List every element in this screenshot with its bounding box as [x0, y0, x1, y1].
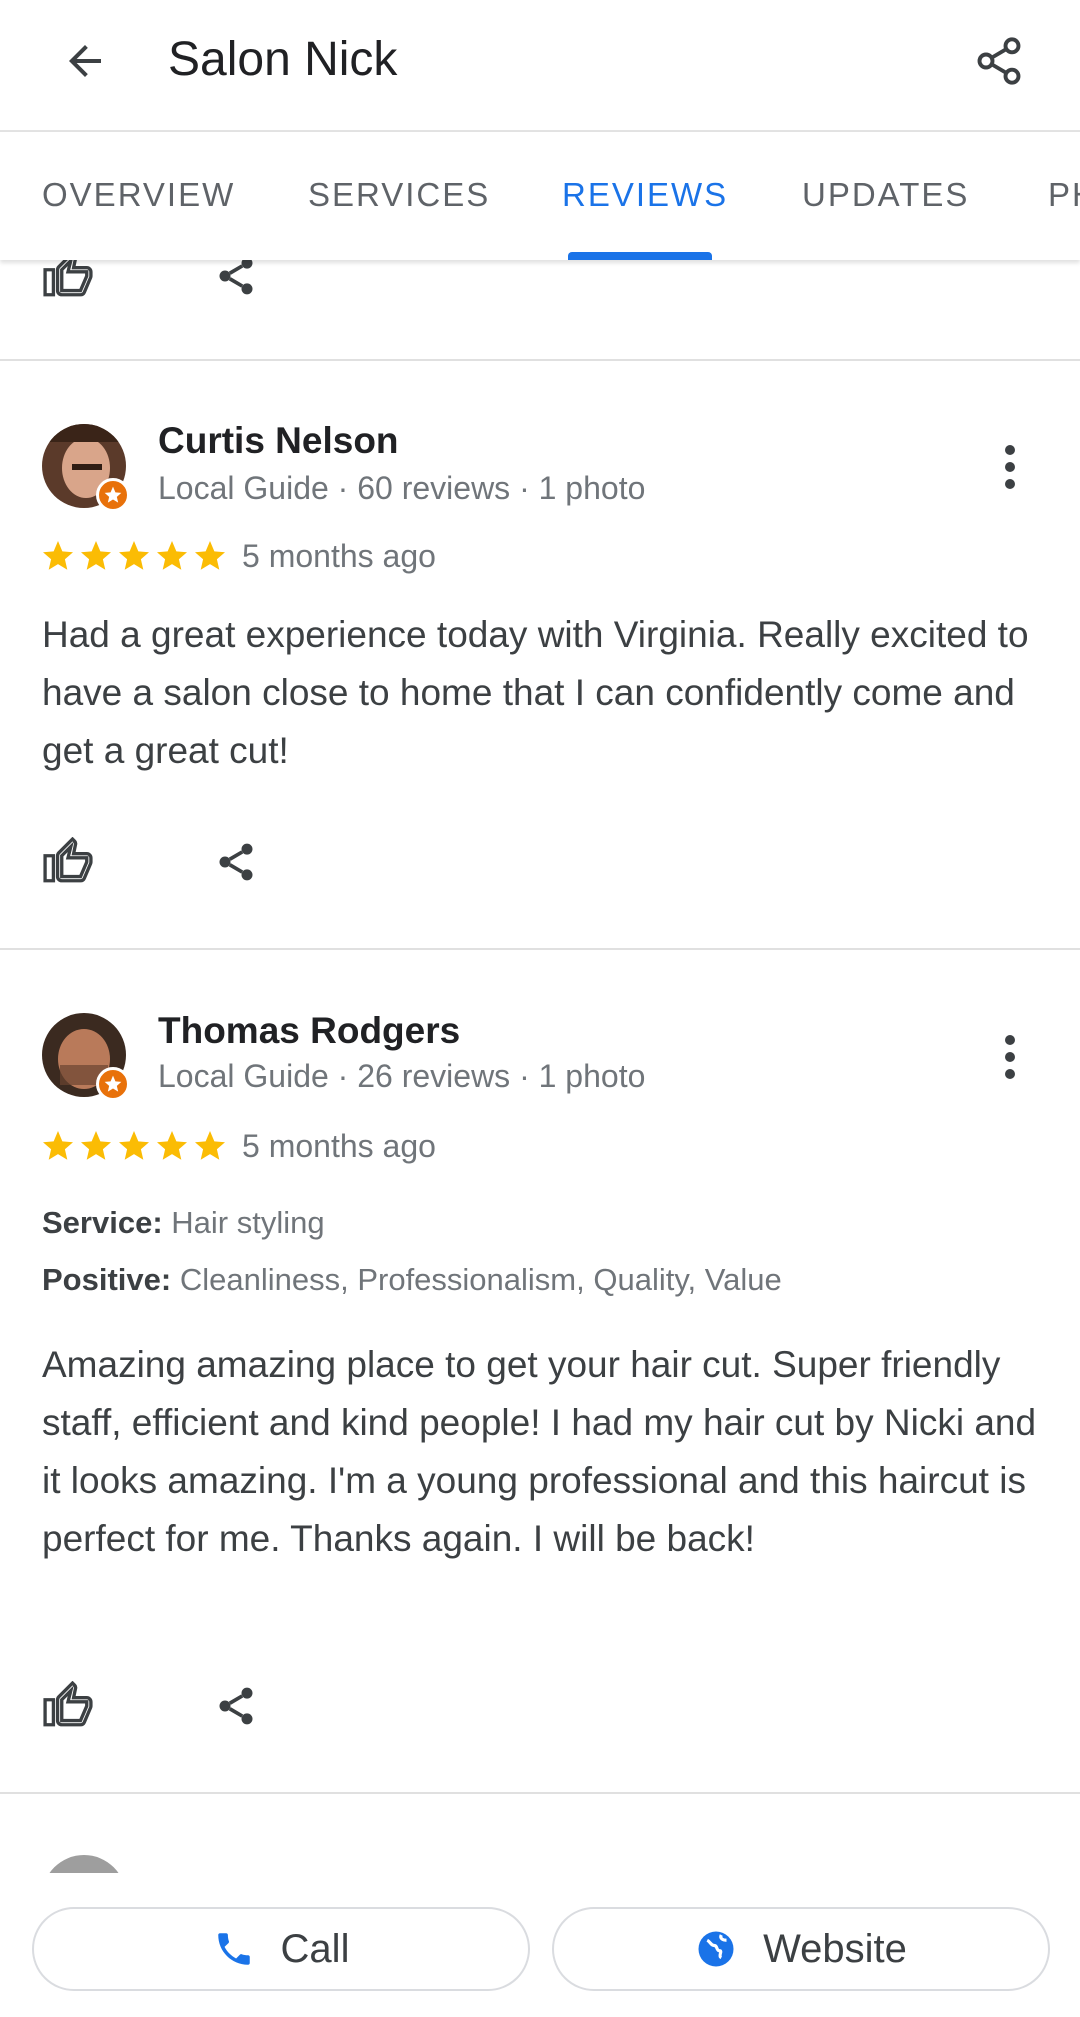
tab-updates[interactable]: UPDATES: [802, 176, 969, 214]
tab-overview[interactable]: OVERVIEW: [42, 176, 235, 214]
more-vert-icon[interactable]: [990, 432, 1030, 502]
website-button[interactable]: Website: [552, 1907, 1050, 1991]
positive-label: Positive:: [42, 1262, 172, 1297]
star-icon: [43, 1131, 73, 1160]
active-tab-indicator: [568, 252, 712, 260]
share-icon[interactable]: [208, 1678, 264, 1734]
website-label: Website: [763, 1926, 907, 1971]
globe-icon: [698, 1931, 734, 1967]
divider: [0, 948, 1080, 950]
thumbs-up-icon[interactable]: [40, 834, 96, 890]
reviews-list: Curtis Nelson Local Guide · 60 reviews ·…: [0, 0, 1080, 2017]
call-button[interactable]: Call: [32, 1907, 530, 1991]
star-icon: [119, 1131, 149, 1160]
service-value: Hair styling: [171, 1205, 325, 1240]
share-icon[interactable]: [964, 26, 1034, 96]
thumbs-up-icon[interactable]: [40, 1678, 96, 1734]
star-icon: [195, 541, 225, 570]
tab-reviews[interactable]: REVIEWS: [562, 176, 728, 214]
phone-icon: [217, 1933, 250, 1965]
positive-value: Cleanliness, Professionalism, Quality, V…: [179, 1262, 782, 1297]
service-detail: Service: Hair styling: [42, 1205, 325, 1241]
more-vert-icon[interactable]: [990, 1022, 1030, 1092]
divider: [0, 1792, 1080, 1794]
call-label: Call: [280, 1926, 350, 1971]
review-text[interactable]: Amazing amazing place to get your hair c…: [42, 1336, 1042, 1568]
tab-services[interactable]: SERVICES: [308, 176, 490, 214]
star-icon: [157, 1131, 187, 1160]
star-rating: [40, 538, 228, 574]
avatar[interactable]: [42, 424, 130, 512]
review-time: 5 months ago: [242, 538, 436, 574]
app-bar: Salon Nick: [0, 0, 1080, 132]
reviewer-meta: Local Guide · 60 reviews · 1 photo: [158, 470, 646, 506]
star-icon: [81, 541, 111, 570]
star-icon: [43, 541, 73, 570]
star-icon: [81, 1131, 111, 1160]
share-icon[interactable]: [208, 834, 264, 890]
reviewer-meta: Local Guide · 26 reviews · 1 photo: [158, 1058, 646, 1094]
bottom-action-bar: Call Website: [0, 1873, 1080, 2017]
tab-bar: OVERVIEW SERVICES REVIEWS UPDATES PH: [0, 132, 1080, 260]
local-guide-icon: [96, 1067, 130, 1101]
avatar[interactable]: [42, 1013, 130, 1101]
page-title: Salon Nick: [168, 33, 398, 86]
star-icon: [157, 541, 187, 570]
service-label: Service:: [42, 1205, 163, 1240]
back-arrow-icon[interactable]: [50, 28, 120, 94]
positive-detail: Positive: Cleanliness, Professionalism, …: [42, 1262, 782, 1298]
tab-photos[interactable]: PH: [1048, 176, 1080, 214]
review-time: 5 months ago: [242, 1128, 436, 1164]
star-icon: [195, 1131, 225, 1160]
reviewer-name[interactable]: Thomas Rodgers: [158, 1010, 460, 1052]
reviewer-name[interactable]: Curtis Nelson: [158, 420, 399, 462]
review-text[interactable]: Had a great experience today with Virgin…: [42, 606, 1042, 780]
local-guide-icon: [96, 478, 130, 512]
star-rating: [40, 1128, 228, 1164]
divider: [0, 359, 1080, 361]
star-icon: [119, 541, 149, 570]
